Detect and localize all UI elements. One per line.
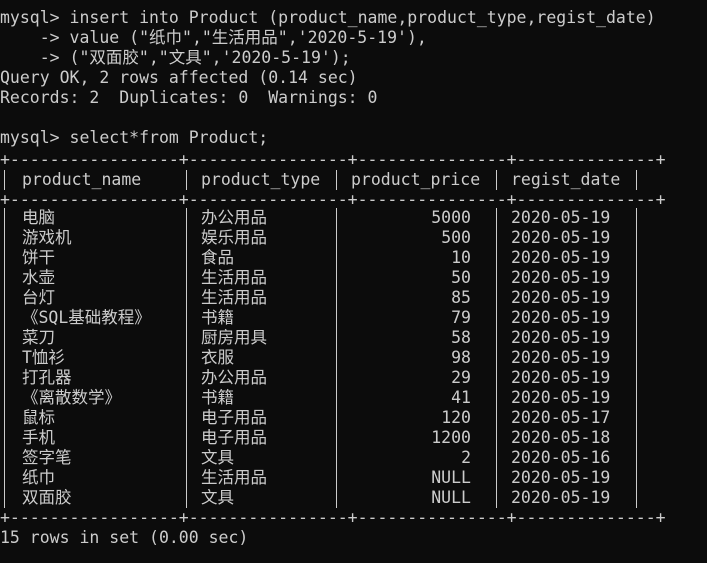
table-cell: 办公用品 [201,368,267,387]
table-cell: 菜刀 [22,328,55,347]
table-cell: 双面胶 [22,488,72,507]
table-cell: 10 [451,248,471,267]
table-cell: 50 [451,268,471,287]
terminal-line: Records: 2 Duplicates: 0 Warnings: 0 [0,88,378,107]
table-cell: 2020-05-18 [511,428,611,447]
table-cell: 文具 [201,488,234,507]
terminal-line: Query OK, 2 rows affected (0.14 sec) [0,68,358,87]
table-cell: 79 [451,308,471,327]
table-cell: 饼干 [22,248,55,267]
terminal-line: -> ("双面胶","文具",'2020-5-19'); [0,48,351,67]
table-cell: 厨房用具 [201,328,267,347]
table-column-separator [186,208,187,508]
table-cell: 29 [451,368,471,387]
table-cell: 书籍 [201,388,234,407]
table-cell: T恤衫 [22,348,65,367]
table-cell: 水壶 [22,268,55,287]
table-column-separator [4,208,5,508]
table-cell: 2020-05-19 [511,328,611,347]
table-cell: 5000 [431,208,471,227]
table-border: +-----------------+----------------+----… [0,508,666,527]
table-column-separator [636,170,637,190]
table-cell: 衣服 [201,348,234,367]
column-header: product_name [22,170,142,189]
table-cell: 2020-05-19 [511,308,611,327]
table-cell: 1200 [431,428,471,447]
table-cell: NULL [431,488,471,507]
table-cell: NULL [431,468,471,487]
table-cell: 书籍 [201,308,234,327]
table-cell: 电脑 [22,208,55,227]
table-cell: 生活用品 [201,288,267,307]
table-cell: 2020-05-19 [511,208,611,227]
table-cell: 电子用品 [201,408,267,427]
table-column-separator [636,208,637,508]
table-cell: 2020-05-19 [511,468,611,487]
table-cell: 鼠标 [22,408,55,427]
table-cell: 2020-05-19 [511,288,611,307]
terminal-window[interactable]: mysql> insert into Product (product_name… [0,0,707,563]
table-cell: 120 [441,408,471,427]
table-column-separator [496,170,497,190]
table-border: +-----------------+----------------+----… [0,190,666,209]
table-cell: 办公用品 [201,208,267,227]
table-cell: 台灯 [22,288,55,307]
table-cell: 2020-05-19 [511,348,611,367]
table-cell: 2020-05-19 [511,268,611,287]
terminal-line: mysql> insert into Product (product_name… [0,8,656,27]
table-cell: 2020-05-16 [511,448,611,467]
table-column-separator [4,170,5,190]
table-border: +-----------------+----------------+----… [0,150,666,169]
table-cell: 《SQL基础教程》 [22,308,151,327]
column-header: regist_date [511,170,621,189]
table-cell: 58 [451,328,471,347]
table-cell: 2020-05-17 [511,408,611,427]
table-cell: 手机 [22,428,55,447]
table-cell: 生活用品 [201,468,267,487]
table-cell: 41 [451,388,471,407]
column-header: product_type [201,170,321,189]
result-footer: 15 rows in set (0.00 sec) [0,528,249,547]
table-cell: 500 [441,228,471,247]
table-cell: 打孔器 [22,368,72,387]
table-column-separator [336,208,337,508]
table-cell: 娱乐用品 [201,228,267,247]
table-cell: 85 [451,288,471,307]
table-column-separator [336,170,337,190]
table-cell: 电子用品 [201,428,267,447]
column-header: product_price [351,170,481,189]
table-cell: 食品 [201,248,234,267]
table-column-separator [186,170,187,190]
table-cell: 文具 [201,448,234,467]
table-cell: 2 [461,448,471,467]
table-cell: 2020-05-19 [511,228,611,247]
table-column-separator [496,208,497,508]
table-cell: 生活用品 [201,268,267,287]
terminal-line: mysql> select*from Product; [0,128,269,147]
table-cell: 2020-05-19 [511,368,611,387]
table-cell: 2020-05-19 [511,488,611,507]
table-cell: 《离散数学》 [22,388,121,407]
table-cell: 纸巾 [22,468,55,487]
table-cell: 签字笔 [22,448,72,467]
table-cell: 98 [451,348,471,367]
table-cell: 游戏机 [22,228,72,247]
terminal-line: -> value ("纸巾","生活用品",'2020-5-19'), [0,28,427,47]
table-cell: 2020-05-19 [511,248,611,267]
table-cell: 2020-05-19 [511,388,611,407]
